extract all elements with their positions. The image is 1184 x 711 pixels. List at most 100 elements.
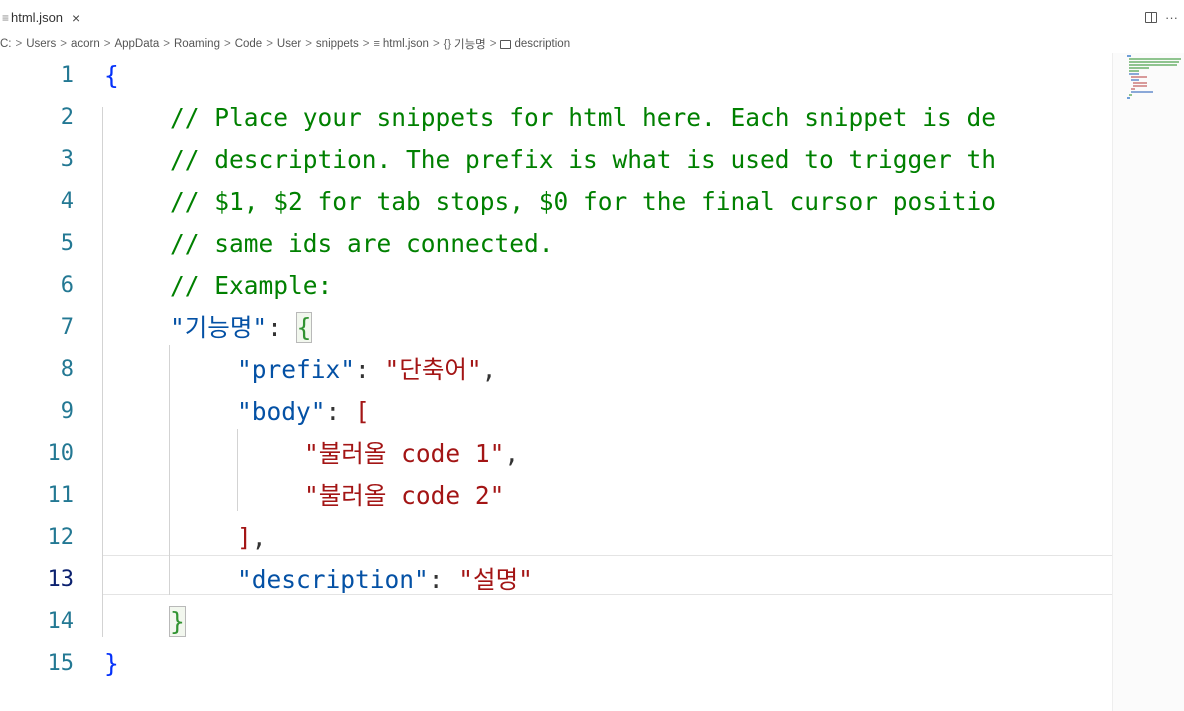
code-line-8: "prefix": "단축어", xyxy=(237,349,496,391)
chevron-right-icon: > xyxy=(489,38,497,50)
line-number: 3 xyxy=(60,147,74,172)
chevron-right-icon: > xyxy=(305,38,312,50)
chevron-right-icon: > xyxy=(15,38,23,50)
breadcrumb-item[interactable]: Code xyxy=(235,38,263,50)
chevron-right-icon: > xyxy=(432,38,440,50)
colon: : xyxy=(267,313,297,342)
breadcrumb-file[interactable]: html.json xyxy=(383,38,429,50)
code-editor[interactable]: 1 2 3 4 5 6 7 8 9 10 11 12 13 14 15 { //… xyxy=(0,53,1184,711)
code-line-13: "description": "설명" xyxy=(237,559,533,601)
editor-actions: ··· xyxy=(1145,0,1178,35)
json-key: "prefix" xyxy=(237,355,356,384)
colon: : xyxy=(325,397,356,426)
minimap-line xyxy=(1129,58,1181,60)
minimap-line xyxy=(1129,61,1179,63)
code-line-7: "기능명": { xyxy=(170,307,313,349)
close-icon[interactable]: × xyxy=(72,10,80,26)
line-number: 6 xyxy=(60,273,74,298)
breadcrumb-item[interactable]: User xyxy=(277,38,301,50)
chevron-right-icon: > xyxy=(163,38,170,50)
breadcrumb-item[interactable]: AppData xyxy=(114,38,159,50)
line-number: 4 xyxy=(60,189,74,214)
string-property-icon xyxy=(500,39,512,49)
chevron-right-icon: > xyxy=(362,38,370,50)
split-editor-icon[interactable] xyxy=(1145,12,1157,23)
comment: // description. The prefix is what is us… xyxy=(170,145,997,174)
code-line-12: ], xyxy=(237,517,267,559)
code-line-4: // $1, $2 for tab stops, $0 for the fina… xyxy=(170,181,996,223)
json-string: "불러올 code 2" xyxy=(304,481,505,510)
breadcrumb-item[interactable]: C: xyxy=(0,38,12,50)
breadcrumb: C: > Users > acorn > AppData > Roaming > Code… xyxy=(0,35,570,53)
breadcrumb-item[interactable]: Users xyxy=(26,38,56,50)
code-line-11: "불러올 code 2" xyxy=(304,475,504,517)
colon: : xyxy=(428,565,459,594)
minimap-line xyxy=(1133,82,1147,84)
bracket: ] xyxy=(237,523,252,552)
json-string: "불러올 code 1" xyxy=(304,439,505,468)
open-brace: { xyxy=(104,61,119,90)
minimap[interactable] xyxy=(1112,53,1184,711)
code-line-3: // description. The prefix is what is us… xyxy=(170,139,996,181)
tab-label: html.json xyxy=(11,10,64,25)
line-number-active: 13 xyxy=(47,567,75,592)
file-lines-icon: ≡ xyxy=(2,10,10,25)
indent-guide xyxy=(169,345,170,595)
file-lines-icon: ≡ xyxy=(373,38,380,50)
code-line-6: // Example: xyxy=(170,265,332,307)
breadcrumb-item[interactable]: Roaming xyxy=(174,38,220,50)
comment: // same ids are connected. xyxy=(170,229,554,258)
minimap-line xyxy=(1133,85,1147,87)
line-number: 14 xyxy=(47,609,75,634)
line-number: 12 xyxy=(47,525,75,550)
close-brace: } xyxy=(104,649,119,678)
json-key: "기능명" xyxy=(170,313,268,342)
line-number: 7 xyxy=(60,315,74,340)
comma: , xyxy=(251,523,267,552)
json-string: "단축어" xyxy=(384,355,482,384)
line-number: 15 xyxy=(47,651,75,676)
editor-tab-bar: ≡ html.json × ··· xyxy=(0,0,1184,35)
line-number: 10 xyxy=(47,441,75,466)
json-key: "description" xyxy=(237,565,429,594)
colon: : xyxy=(355,355,385,384)
minimap-line xyxy=(1131,91,1153,93)
code-line-15: } xyxy=(104,643,119,685)
breadcrumb-item[interactable]: snippets xyxy=(316,38,359,50)
comma: , xyxy=(481,355,497,384)
json-key: "body" xyxy=(237,397,326,426)
json-string: "설명" xyxy=(458,565,533,594)
code-line-10: "불러올 code 1", xyxy=(304,433,519,475)
indent-guide xyxy=(237,429,238,511)
code-line-5: // same ids are connected. xyxy=(170,223,554,265)
minimap-line xyxy=(1129,64,1177,66)
line-number: 8 xyxy=(60,357,74,382)
chevron-right-icon: > xyxy=(266,38,273,50)
minimap-line xyxy=(1131,76,1147,78)
comma: , xyxy=(504,439,520,468)
code-line-2: // Place your snippets for html here. Ea… xyxy=(170,97,996,139)
matched-bracket: } xyxy=(169,606,186,637)
minimap-line xyxy=(1129,94,1132,96)
line-number: 11 xyxy=(47,483,75,508)
code-line-14: } xyxy=(169,601,186,643)
tab-html-json[interactable]: ≡ html.json × xyxy=(0,0,88,35)
indent-guide xyxy=(102,107,103,637)
breadcrumb-item[interactable]: acorn xyxy=(71,38,100,50)
line-number: 2 xyxy=(60,105,74,130)
breadcrumb-object[interactable]: 기능명 xyxy=(454,36,486,52)
object-braces-icon: {} xyxy=(443,38,452,50)
matched-bracket: { xyxy=(295,312,313,343)
code-line-9: "body": [ xyxy=(237,391,370,433)
code-line-1: { xyxy=(104,55,119,97)
line-number: 9 xyxy=(60,399,74,424)
minimap-line xyxy=(1127,55,1131,57)
minimap-line xyxy=(1129,70,1139,72)
more-actions-icon[interactable]: ··· xyxy=(1165,10,1178,25)
chevron-right-icon: > xyxy=(60,38,67,50)
minimap-line xyxy=(1131,88,1135,90)
comment: // Example: xyxy=(170,271,333,300)
minimap-line xyxy=(1131,79,1139,81)
line-number: 1 xyxy=(60,63,74,88)
breadcrumb-property[interactable]: description xyxy=(514,38,570,50)
